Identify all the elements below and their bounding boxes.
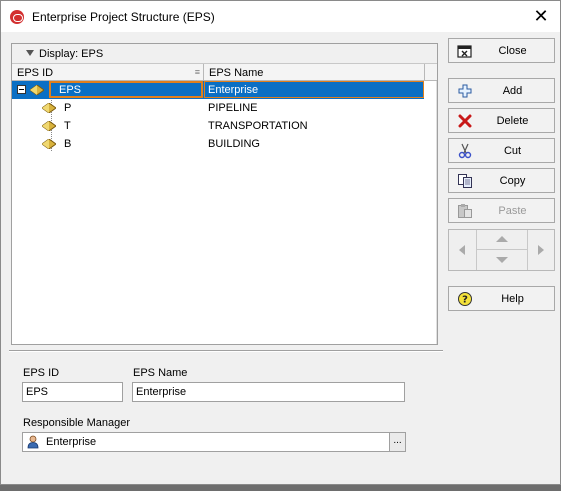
responsible-manager-field[interactable]: Enterprise ... — [22, 432, 406, 452]
column-header-eps-name[interactable]: EPS Name — [204, 64, 425, 81]
copy-icon — [458, 174, 472, 188]
eps-tree-panel: Display: EPS EPS ID ≡ EPS Name EPS Enter… — [11, 43, 438, 345]
eps-id-label: EPS ID — [23, 367, 60, 379]
window-title: Enterprise Project Structure (EPS) — [32, 10, 215, 24]
eps-id-cell: EPS — [59, 84, 82, 96]
move-right-button[interactable] — [528, 230, 554, 270]
close-button[interactable]: Close — [448, 38, 555, 63]
column-header-label: EPS ID — [17, 67, 54, 79]
tree-row[interactable]: EPS Enterprise — [12, 81, 424, 99]
help-button[interactable]: ? Help — [448, 286, 555, 311]
plus-icon — [458, 84, 472, 98]
eps-node-icon — [42, 121, 56, 131]
arrow-left-icon — [459, 245, 465, 255]
responsible-manager-value: Enterprise — [46, 436, 97, 448]
column-header-eps-id[interactable]: EPS ID ≡ — [12, 64, 204, 81]
copy-button[interactable]: Copy — [448, 168, 555, 193]
arrow-down-icon — [496, 257, 508, 263]
tree-row[interactable]: T TRANSPORTATION — [12, 117, 424, 135]
move-arrows — [448, 229, 555, 271]
column-header-filler — [425, 64, 437, 81]
eps-node-icon — [42, 139, 56, 149]
panel-splitter[interactable] — [9, 350, 443, 352]
eps-dialog: Enterprise Project Structure (EPS) ✕ Dis… — [0, 0, 561, 485]
paste-icon — [458, 204, 472, 218]
move-down-button[interactable] — [477, 250, 528, 270]
eps-name-cell: Enterprise — [208, 84, 259, 96]
display-label: Display: EPS — [39, 48, 104, 60]
eps-id-cell: T — [64, 120, 71, 132]
eps-node-icon — [42, 103, 56, 113]
eps-name-cell: BUILDING — [208, 138, 260, 150]
move-up-button[interactable] — [477, 230, 528, 250]
scissors-icon — [458, 143, 472, 159]
oracle-app-icon — [10, 10, 24, 24]
window-close-icon[interactable]: ✕ — [530, 5, 552, 27]
close-window-icon — [457, 45, 472, 58]
delete-button[interactable]: Delete — [448, 108, 555, 133]
svg-text:?: ? — [462, 295, 468, 306]
eps-name-cell: PIPELINE — [208, 102, 258, 114]
paste-button[interactable]: Paste — [448, 198, 555, 223]
delete-x-icon — [458, 114, 472, 128]
eps-id-cell: P — [64, 102, 72, 114]
background-app-strip — [0, 485, 561, 491]
eps-id-cell: B — [64, 138, 72, 150]
add-button[interactable]: Add — [448, 78, 555, 103]
tree-row[interactable]: B BUILDING — [12, 135, 424, 153]
move-left-button[interactable] — [449, 230, 477, 270]
eps-name-field[interactable]: Enterprise — [132, 382, 405, 402]
help-question-icon: ? — [458, 292, 472, 306]
eps-node-icon — [30, 85, 44, 95]
responsible-manager-label: Responsible Manager — [23, 417, 131, 429]
display-bar[interactable]: Display: EPS — [12, 44, 437, 64]
scroll-gutter — [436, 81, 437, 344]
user-icon — [27, 435, 39, 449]
arrow-right-icon — [538, 245, 544, 255]
title-bar: Enterprise Project Structure (EPS) ✕ — [1, 1, 560, 32]
sort-icon[interactable]: ≡ — [195, 67, 200, 77]
eps-name-label: EPS Name — [133, 367, 188, 379]
eps-id-field[interactable]: EPS — [22, 382, 123, 402]
browse-manager-button[interactable]: ... — [389, 433, 405, 451]
tree-row[interactable]: P PIPELINE — [12, 99, 424, 117]
display-menu-icon[interactable] — [26, 50, 34, 56]
cut-button[interactable]: Cut — [448, 138, 555, 163]
collapse-icon[interactable] — [17, 85, 26, 94]
column-header-label: EPS Name — [209, 67, 264, 79]
eps-name-cell: TRANSPORTATION — [208, 120, 308, 132]
arrow-up-icon — [496, 236, 508, 242]
